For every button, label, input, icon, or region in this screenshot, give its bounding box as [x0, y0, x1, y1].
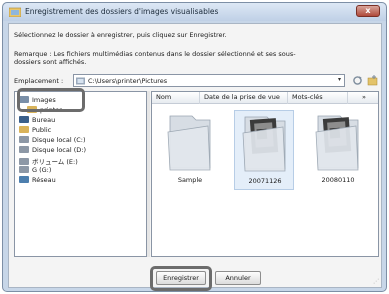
- tree-item-label: Bureau: [32, 116, 56, 124]
- tree-item[interactable]: Public: [19, 126, 51, 135]
- column-keywords[interactable]: Mots-clés: [288, 92, 348, 104]
- folder-icon: [167, 115, 211, 171]
- folder-item[interactable]: 20071126: [234, 110, 294, 190]
- title-bar[interactable]: Enregistrement des dossiers d'images vis…: [3, 3, 386, 21]
- tree-item[interactable]: ボリューム (E:): [19, 156, 78, 166]
- tree-item[interactable]: Disque local (D:): [19, 146, 86, 155]
- tree-item-label: Réseau: [32, 176, 56, 184]
- folder-icon: [315, 115, 359, 171]
- drive-icon: [19, 158, 29, 165]
- location-path: C:\Users\printer\Pictures: [88, 77, 168, 85]
- column-name[interactable]: Nom: [152, 92, 200, 104]
- instruction-text: Sélectionnez le dossier à enregistrer, p…: [14, 31, 227, 39]
- images-highlight-frame: [17, 88, 85, 112]
- location-label: Emplacement :: [14, 77, 64, 85]
- folder-item[interactable]: 20080110: [308, 110, 368, 190]
- folder-name: 20071126: [248, 177, 282, 185]
- chevron-down-icon[interactable]: ▾: [338, 76, 341, 83]
- tree-item-label: Disque local (C:): [32, 136, 86, 144]
- folder-item[interactable]: Sample: [160, 110, 220, 190]
- pane-splitter[interactable]: [147, 91, 150, 257]
- tree-item[interactable]: G (G:): [19, 166, 51, 175]
- new-folder-icon[interactable]: [367, 74, 378, 86]
- dialog-body: Sélectionnez le dossier à enregistrer, p…: [8, 23, 382, 291]
- column-date[interactable]: Date de la prise de vue: [200, 92, 288, 104]
- drive-icon: [19, 146, 29, 153]
- folder-tree[interactable]: Images printer Bureau Public Disque local (C…: [14, 91, 147, 257]
- cancel-button[interactable]: Annuler: [215, 271, 261, 285]
- tree-item[interactable]: Disque local (C:): [19, 136, 86, 145]
- network-icon: [19, 176, 29, 183]
- tree-item-label: ボリューム (E:): [32, 158, 78, 166]
- folder-name: Sample: [177, 176, 203, 184]
- remark-text: Remarque : Les fichiers multimédias cont…: [14, 50, 296, 66]
- save-highlight-frame: [150, 266, 212, 291]
- close-button[interactable]: x: [356, 5, 380, 17]
- location-dropdown[interactable]: C:\Users\printer\Pictures ▾: [73, 74, 345, 87]
- folder-pictures-icon: [9, 7, 21, 17]
- desktop-icon: [19, 116, 29, 123]
- tree-item-label: G (G:): [32, 166, 52, 174]
- column-more-chevron-icon[interactable]: »: [348, 92, 380, 104]
- dialog-window: Enregistrement des dossiers d'images vis…: [2, 2, 387, 292]
- file-list[interactable]: Nom Date de la prise de vue Mots-clés » …: [151, 91, 379, 257]
- pictures-folder-icon: [76, 77, 85, 85]
- column-header-row: Nom Date de la prise de vue Mots-clés »: [152, 92, 378, 104]
- tree-item-label: Disque local (D:): [32, 146, 86, 154]
- drive-icon: [19, 136, 29, 143]
- tree-item[interactable]: Réseau: [19, 176, 56, 185]
- refresh-icon[interactable]: [352, 75, 363, 86]
- drive-icon: [19, 166, 29, 173]
- folder-icon: [242, 116, 286, 172]
- window-title: Enregistrement des dossiers d'images vis…: [25, 7, 219, 16]
- resize-grip-icon[interactable]: ⋰: [373, 278, 379, 285]
- tree-item-label: Public: [32, 126, 52, 134]
- tree-item[interactable]: Bureau: [19, 116, 55, 125]
- folder-name: 20080110: [321, 176, 355, 184]
- public-folder-icon: [19, 126, 29, 133]
